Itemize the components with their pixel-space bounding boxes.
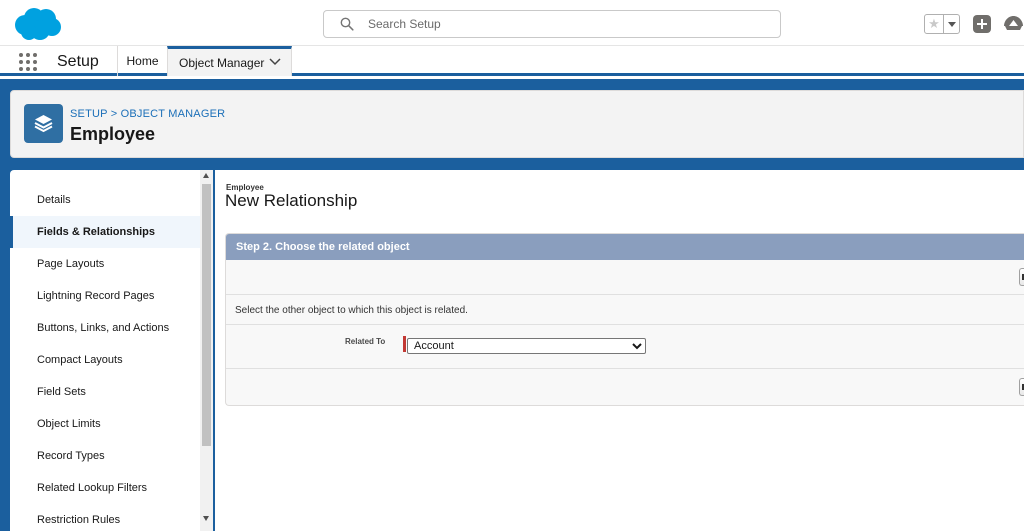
global-actions-button[interactable] bbox=[973, 15, 991, 33]
scroll-down-arrow-icon[interactable] bbox=[203, 516, 209, 521]
top-nav-button[interactable] bbox=[1019, 268, 1024, 286]
sidebar-item-label: Related Lookup Filters bbox=[37, 482, 148, 494]
page-title: Employee bbox=[70, 124, 156, 144]
related-to-field[interactable]: Account bbox=[407, 336, 646, 354]
tab-label: Home bbox=[126, 54, 159, 68]
sidebar-item-related-lookup-filters[interactable]: Related Lookup Filters bbox=[10, 472, 200, 504]
app-nav-bar: Setup Home Object Manager bbox=[0, 46, 1024, 76]
step-description: Select the other object to which this ob… bbox=[235, 305, 468, 316]
related-to-select[interactable]: Account bbox=[407, 338, 646, 354]
setup-search[interactable] bbox=[323, 10, 781, 38]
divider bbox=[226, 324, 1024, 325]
sidebar-item-fields-relationships[interactable]: Fields & Relationships bbox=[10, 216, 200, 248]
main-content: Employee New Relationship Step 2. Choose… bbox=[215, 170, 1024, 531]
global-header: ★ bbox=[0, 0, 1024, 46]
breadcrumb[interactable]: SETUP > OBJECT MANAGER bbox=[70, 108, 225, 120]
sidebar-item-details[interactable]: Details bbox=[10, 184, 200, 216]
salesforce-logo[interactable] bbox=[12, 6, 62, 42]
sidebar-item-restriction-rules[interactable]: Restriction Rules bbox=[10, 504, 200, 531]
star-icon[interactable]: ★ bbox=[925, 15, 944, 33]
scroll-up-arrow-icon[interactable] bbox=[203, 173, 209, 178]
divider bbox=[226, 368, 1024, 369]
sidebar-item-record-types[interactable]: Record Types bbox=[10, 440, 200, 472]
related-to-label: Related To bbox=[345, 337, 386, 346]
search-input[interactable] bbox=[368, 13, 768, 35]
caret-down-icon bbox=[947, 21, 956, 27]
app-name: Setup bbox=[57, 53, 99, 70]
waffle-icon[interactable] bbox=[19, 53, 37, 71]
sidebar-item-label: Buttons, Links, and Actions bbox=[37, 322, 170, 334]
sidebar-item-label: Lightning Record Pages bbox=[37, 290, 155, 302]
step-panel: Step 2. Choose the related object Select… bbox=[225, 233, 1024, 406]
wizard-title: New Relationship bbox=[225, 191, 358, 210]
chevron-down-icon[interactable] bbox=[269, 58, 281, 66]
sidebar-item-label: Page Layouts bbox=[37, 258, 105, 270]
layers-icon bbox=[24, 104, 63, 143]
required-indicator bbox=[403, 336, 406, 352]
tab-object-manager[interactable]: Object Manager bbox=[167, 46, 292, 76]
sidebar-item-compact-layouts[interactable]: Compact Layouts bbox=[10, 344, 200, 376]
sidebar-scrollbar[interactable] bbox=[200, 170, 213, 531]
sidebar-item-label: Object Limits bbox=[37, 418, 101, 430]
object-header: SETUP > OBJECT MANAGER Employee bbox=[10, 90, 1024, 158]
sidebar-item-label: Compact Layouts bbox=[37, 354, 123, 366]
divider bbox=[226, 294, 1024, 295]
scrollbar-thumb[interactable] bbox=[202, 184, 211, 446]
step-header: Step 2. Choose the related object bbox=[226, 234, 1024, 260]
tab-home[interactable]: Home bbox=[117, 46, 167, 76]
search-icon bbox=[340, 17, 354, 31]
sidebar-item-page-layouts[interactable]: Page Layouts bbox=[10, 248, 200, 280]
sidebar-item-object-limits[interactable]: Object Limits bbox=[10, 408, 200, 440]
favorites-dropdown[interactable] bbox=[944, 15, 959, 33]
sidebar-item-label: Restriction Rules bbox=[37, 514, 121, 526]
bottom-nav-button[interactable] bbox=[1019, 378, 1024, 396]
sidebar-item-label: Field Sets bbox=[37, 386, 86, 398]
sidebar-item-label: Record Types bbox=[37, 450, 105, 462]
object-sidebar: Details Fields & Relationships Page Layo… bbox=[10, 170, 213, 531]
plus-icon bbox=[977, 19, 987, 29]
trailhead-icon[interactable] bbox=[1003, 14, 1024, 34]
sidebar-item-lightning-record-pages[interactable]: Lightning Record Pages bbox=[10, 280, 200, 312]
sidebar-item-label: Details bbox=[37, 194, 71, 206]
sidebar-item-label: Fields & Relationships bbox=[37, 226, 155, 238]
sidebar-item-buttons-links-actions[interactable]: Buttons, Links, and Actions bbox=[10, 312, 200, 344]
sidebar-item-field-sets[interactable]: Field Sets bbox=[10, 376, 200, 408]
favorites-group: ★ bbox=[924, 14, 960, 34]
tab-label: Object Manager bbox=[179, 55, 265, 70]
